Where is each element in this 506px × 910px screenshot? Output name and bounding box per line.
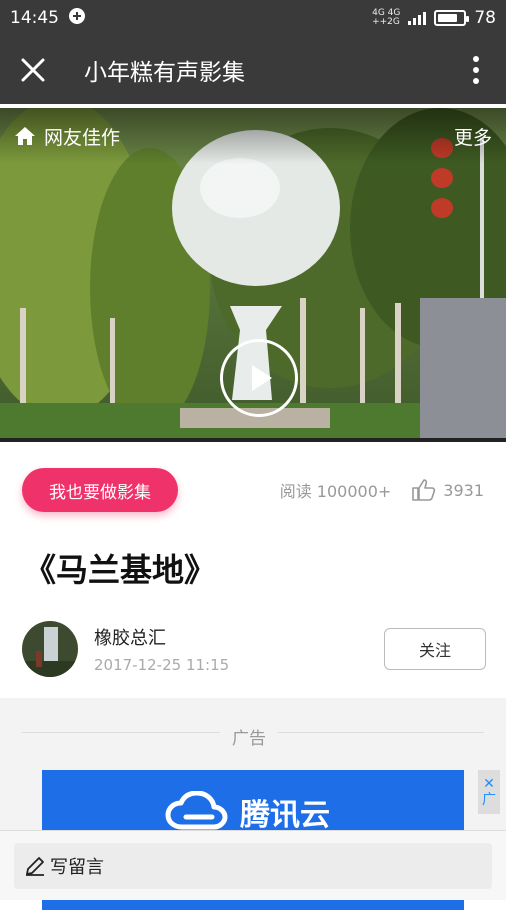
battery-icon (434, 10, 470, 26)
status-time: 14:45 (10, 8, 59, 28)
author-name[interactable]: 橡胶总汇 (94, 624, 229, 650)
video-cover[interactable]: 网友佳作 更多 (0, 108, 506, 438)
author-row: 橡胶总汇 2017-12-25 11:15 关注 (22, 618, 486, 680)
view-count: 阅读 100000+ (279, 482, 392, 501)
close-icon[interactable] (0, 36, 66, 104)
hero-divider (0, 438, 506, 442)
publish-date: 2017-12-25 11:15 (94, 656, 230, 674)
comment-bar: 写留言 (0, 830, 506, 900)
article-title: 《马兰基地》 (24, 551, 217, 589)
write-comment-input[interactable]: 写留言 (14, 843, 492, 889)
network-type-bottom: ++2G (372, 17, 400, 27)
hero-top-bar: 网友佳作 更多 (0, 108, 506, 164)
cloud-logo-icon (165, 791, 228, 830)
section-label[interactable]: 网友佳作 (44, 123, 120, 150)
close-icon: ✕ (483, 776, 495, 792)
play-icon[interactable] (220, 339, 298, 417)
ad-close-button[interactable]: ✕ 广 (478, 770, 500, 814)
more-link[interactable]: 更多 (454, 123, 492, 150)
network-indicator: 4G 4G ++2G (372, 9, 400, 27)
ad-close-text: 广 (482, 792, 496, 808)
make-album-button[interactable]: 我也要做影集 (22, 468, 178, 512)
stats: 阅读 100000+ 3931 (280, 478, 484, 502)
ad-label: 广告 (220, 724, 278, 749)
avatar[interactable] (22, 621, 78, 677)
action-row: 我也要做影集 阅读 100000+ 3931 (0, 465, 506, 515)
write-comment-label: 写留言 (50, 857, 104, 878)
page-title: 小年糕有声影集 (84, 60, 245, 86)
title-bar: 小年糕有声影集 (0, 36, 506, 104)
like-count: 3931 (443, 480, 484, 500)
signal-icon (408, 11, 427, 25)
home-icon[interactable] (14, 126, 36, 146)
thumbs-up-icon (412, 479, 436, 501)
like-button[interactable]: 3931 (411, 478, 484, 502)
more-vertical-icon[interactable] (446, 36, 506, 104)
notification-icon (67, 6, 87, 31)
pencil-icon (26, 857, 44, 876)
status-bar: 14:45 4G 4G ++2G 78 (0, 0, 506, 36)
ad-brand: 腾讯云 (164, 790, 330, 834)
follow-button[interactable]: 关注 (384, 628, 486, 670)
battery-percent: 78 (474, 8, 496, 28)
ad-brand-name: 腾讯云 (240, 798, 330, 833)
